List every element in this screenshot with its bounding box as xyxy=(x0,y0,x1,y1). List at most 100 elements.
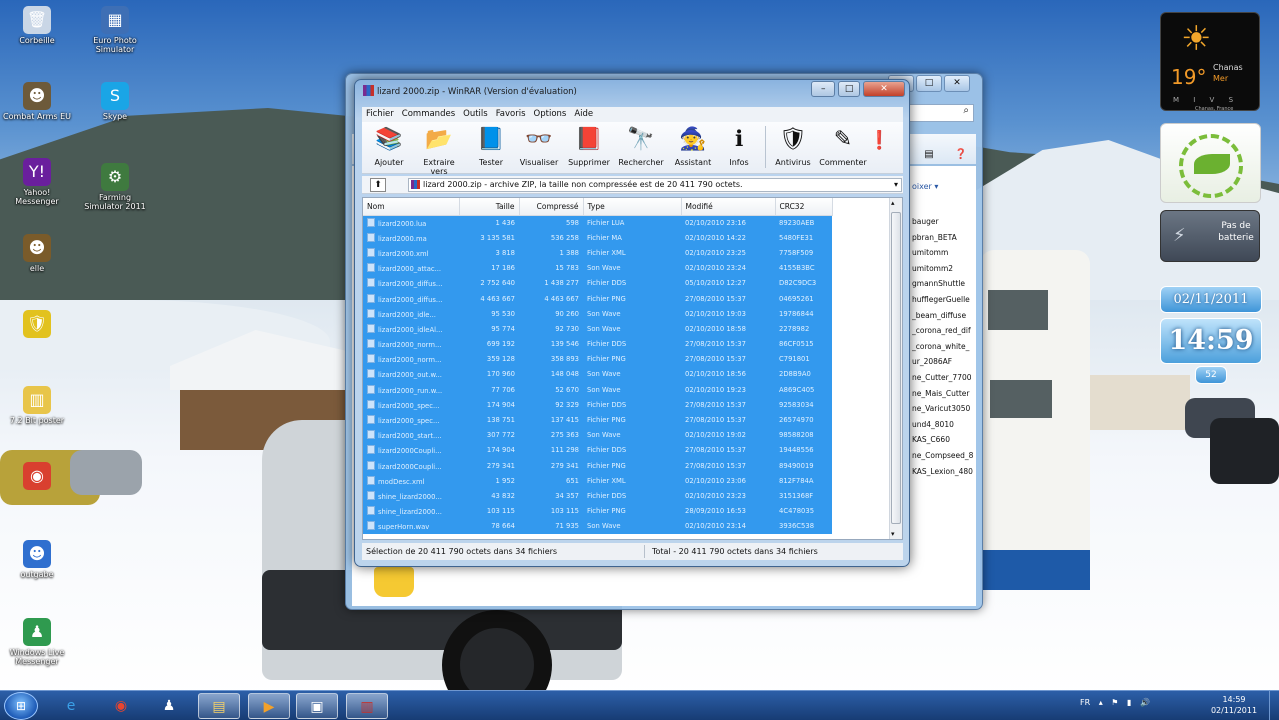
table-row[interactable]: lizard2000.xml 3 818 1 388 Fichier XML 02/10… xyxy=(363,245,832,261)
column-header-name[interactable]: Nom xyxy=(363,198,460,216)
find-button[interactable]: 🔭 Rechercher xyxy=(616,124,666,167)
table-row[interactable]: superHorn.wav 78 664 71 935 Son Wave 02/10/2… xyxy=(363,518,832,534)
power-gadget[interactable] xyxy=(1160,123,1261,203)
taskbar-button[interactable]: ▶ xyxy=(248,693,290,719)
tray-arrow-icon[interactable]: ▴ xyxy=(1099,698,1103,707)
delete-button[interactable]: 📕 Supprimer xyxy=(564,124,614,167)
column-header-size[interactable]: Taille xyxy=(459,198,520,216)
view-button[interactable]: 👓 Visualiser xyxy=(514,124,564,167)
up-folder-icon[interactable]: ⬆ xyxy=(370,178,386,192)
table-row[interactable]: lizard2000_diffus... 4 463 667 4 463 667 Fi… xyxy=(363,290,832,307)
winrar-window[interactable]: lizard 2000.zip - WinRAR (Version d'éval… xyxy=(354,79,910,567)
desktop-shortcut[interactable]: ♟ Windows Live Messenger xyxy=(2,618,72,666)
table-row[interactable]: lizard2000_spec... 138 751 137 415 Fichier … xyxy=(363,412,832,428)
menu-fichier[interactable]: Fichier xyxy=(366,109,394,119)
close-button[interactable]: ✕ xyxy=(863,81,905,97)
menu-favoris[interactable]: Favoris xyxy=(496,109,526,119)
desktop-shortcut[interactable]: ▦ Euro Photo Simulator xyxy=(80,6,150,54)
table-row[interactable]: lizard2000_norm... 359 128 358 893 Fichier … xyxy=(363,351,832,367)
explorer-file-name[interactable]: KAS_C660 xyxy=(912,432,982,448)
column-header-packed[interactable]: Compressé xyxy=(519,198,584,216)
table-row[interactable]: shine_lizard2000... 103 115 103 115 Fichier… xyxy=(363,503,832,519)
explorer-file-name[interactable]: umitomm2 xyxy=(912,261,982,277)
desktop-shortcut[interactable]: ▥ 7.2 Bit poster xyxy=(2,386,72,425)
sort-header[interactable]: oixer ▾ xyxy=(912,182,938,191)
archive-path[interactable]: lizard 2000.zip - archive ZIP, la taille… xyxy=(408,178,902,192)
desktop-shortcut[interactable]: 🗑 Corbeille xyxy=(2,6,72,45)
desktop-shortcut[interactable]: ☻ outgabe xyxy=(2,540,72,579)
chevron-down-icon[interactable]: ▾ xyxy=(894,179,898,191)
explorer-file-name[interactable]: ne_Varicut3050 xyxy=(912,401,982,417)
maximize-button[interactable]: □ xyxy=(838,81,861,97)
clock-gadget[interactable]: 14:59 xyxy=(1160,318,1262,364)
explorer-file-name[interactable]: _corona_white_ xyxy=(912,339,982,355)
view-icon[interactable]: ▤ xyxy=(922,148,936,162)
minimize-button[interactable]: – xyxy=(811,81,836,97)
extract-button[interactable]: 📂 Extraire vers xyxy=(414,124,464,176)
add-button[interactable]: 📚 Ajouter xyxy=(364,124,414,167)
explorer-file-name[interactable]: ne_Mais_Cutter xyxy=(912,386,982,402)
explorer-file-name[interactable]: _corona_red_dif xyxy=(912,323,982,339)
explorer-file-name[interactable]: ne_Compseed_8 xyxy=(912,448,982,464)
desktop-shortcut[interactable]: ☻ elle xyxy=(2,234,72,273)
start-button[interactable]: ⊞ xyxy=(4,692,38,720)
table-row[interactable]: modDesc.xml 1 952 651 Fichier XML 02/10/2010… xyxy=(363,473,832,489)
column-header-crc[interactable]: CRC32 xyxy=(775,198,833,216)
scroll-up-icon[interactable]: ▴ xyxy=(891,199,895,207)
show-desktop-button[interactable] xyxy=(1269,691,1279,720)
explorer-file-name[interactable]: ne_Cutter_7700 xyxy=(912,370,982,386)
date-gadget[interactable]: 02/11/2011 xyxy=(1160,286,1262,313)
scroll-down-icon[interactable]: ▾ xyxy=(891,530,895,538)
table-row[interactable]: lizard2000_idle... 95 530 90 260 Son Wave 02… xyxy=(363,306,832,322)
weather-gadget[interactable]: ☀ 19° Chanas Mer M I V S Chanas, France xyxy=(1160,12,1260,112)
taskbar-button[interactable]: ▤ xyxy=(198,693,240,719)
table-row[interactable]: lizard2000_attac... 17 186 15 783 Son Wave 0… xyxy=(363,260,832,276)
table-row[interactable]: shine_lizard2000... 43 832 34 357 Fichier D… xyxy=(363,488,832,504)
explorer-file-name[interactable]: KAS_Lexion_480 xyxy=(912,464,982,480)
scroll-thumb[interactable] xyxy=(891,212,901,524)
help-icon[interactable]: ❓ xyxy=(954,148,968,162)
table-row[interactable]: lizard2000_idleAl... 95 774 92 730 Son Wave… xyxy=(363,321,832,337)
explorer-file-name[interactable]: hufflegerGuelle xyxy=(912,292,982,308)
explorer-file-name[interactable]: und4_8010 xyxy=(912,417,982,433)
column-header-type[interactable]: Type xyxy=(583,198,682,216)
table-row[interactable]: lizard2000_diffus... 2 752 640 1 438 277 Fi… xyxy=(363,275,832,291)
wizard-button[interactable]: 🧙 Assistant xyxy=(668,124,718,167)
explorer-file-name[interactable]: _beam_diffuse xyxy=(912,308,982,324)
vertical-scrollbar[interactable]: ▴ ▾ xyxy=(889,198,902,539)
desktop-shortcut[interactable]: 🛡 xyxy=(2,310,72,340)
file-list[interactable]: Nom Taille Compressé Type Modifié CRC32 lizar… xyxy=(362,197,903,540)
folder-icon[interactable] xyxy=(374,567,414,597)
table-row[interactable]: lizard2000.ma 3 135 581 536 258 Fichier MA 0… xyxy=(363,230,832,246)
explorer-file-name[interactable]: pbran_BETA xyxy=(912,230,982,246)
taskbar-button[interactable]: ♟ xyxy=(148,693,190,719)
comment-button[interactable]: ✎ Commenter xyxy=(818,124,868,167)
table-row[interactable]: lizard2000_spec... 174 904 92 329 Fichier D… xyxy=(363,397,832,413)
network-icon[interactable]: ▮ xyxy=(1127,698,1131,707)
table-row[interactable]: lizard2000_out.w... 170 960 148 048 Son Wav… xyxy=(363,366,832,383)
close-button[interactable]: ✕ xyxy=(944,75,970,92)
explorer-file-name[interactable]: bauger xyxy=(912,214,982,230)
menu-commandes[interactable]: Commandes xyxy=(402,109,455,119)
battery-gadget[interactable]: ⚡ Pas de batterie xyxy=(1160,210,1260,262)
explorer-file-name[interactable]: umitomm xyxy=(912,245,982,261)
test-button[interactable]: 📘 Tester xyxy=(466,124,516,167)
desktop-shortcut[interactable]: ☻ Combat Arms EU xyxy=(2,82,72,121)
explorer-file-name[interactable]: ur_2086AF xyxy=(912,354,982,370)
desktop-shortcut[interactable]: S Skype xyxy=(80,82,150,121)
desktop-shortcut[interactable]: ⚙ Farming Simulator 2011 xyxy=(80,163,150,211)
flag-icon[interactable]: ⚑ xyxy=(1111,698,1118,707)
desktop-shortcut[interactable]: Y! Yahoo! Messenger xyxy=(2,158,72,206)
desktop-shortcut[interactable]: ◉ xyxy=(2,462,72,492)
taskbar-button[interactable]: ▥ xyxy=(346,693,388,719)
column-header-modified[interactable]: Modifié xyxy=(681,198,776,216)
language-indicator[interactable]: FR xyxy=(1080,698,1090,707)
antivirus-button[interactable]: 🛡 Antivirus xyxy=(768,124,818,167)
table-row[interactable]: lizard2000Coupli... 279 341 279 341 Fichier… xyxy=(363,458,832,474)
maximize-button[interactable]: □ xyxy=(916,75,942,92)
table-row[interactable]: lizard2000_norm... 699 192 139 546 Fichier … xyxy=(363,336,832,352)
taskbar-button[interactable]: ▣ xyxy=(296,693,338,719)
menu-aide[interactable]: Aide xyxy=(574,109,593,119)
taskbar-button[interactable]: e xyxy=(50,693,92,719)
table-row[interactable]: lizard2000_run.w... 77 706 52 670 Son Wave 0… xyxy=(363,382,832,398)
